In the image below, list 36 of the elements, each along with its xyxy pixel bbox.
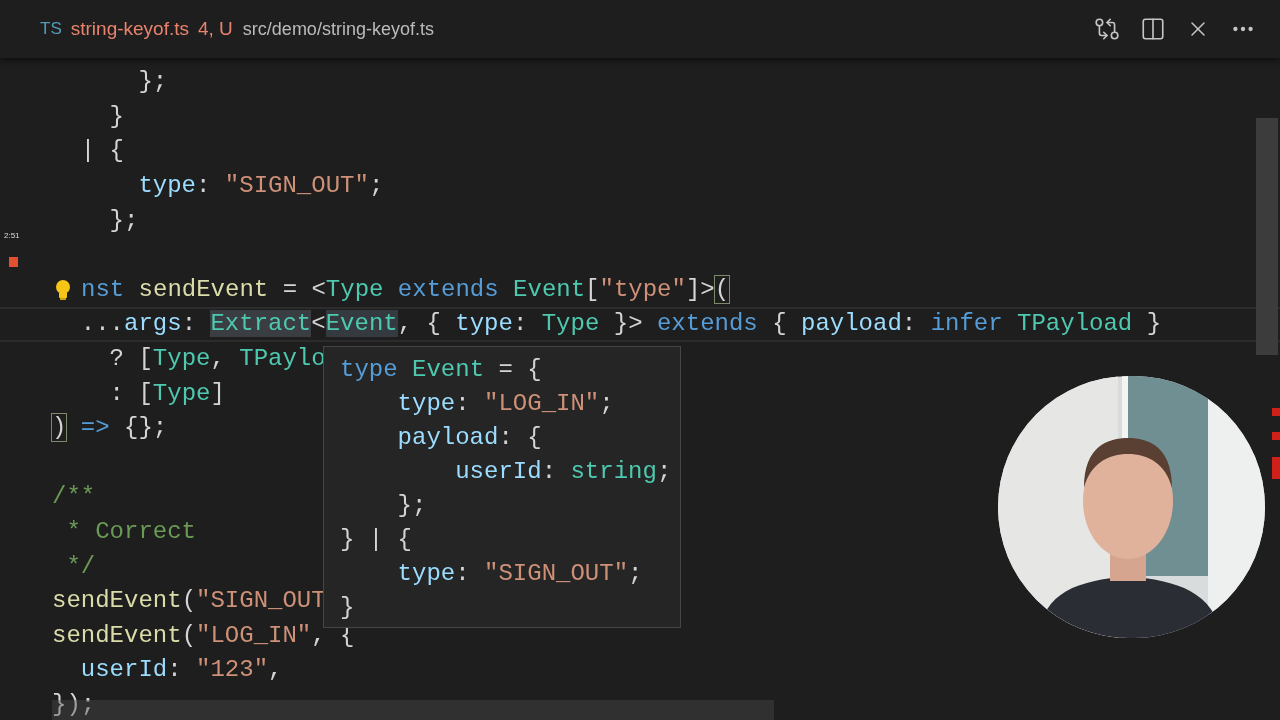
code-line: type: "SIGN_OUT"; [137, 174, 384, 199]
tab-filename[interactable]: string-keyof.ts [70, 14, 189, 44]
error-marker [1272, 408, 1280, 416]
error-marker [1272, 432, 1280, 440]
code-line: sendEvent("SIGN_OUT [52, 589, 326, 614]
code-line: ...args: Extract<Event, { type: Type }> extends { payload: infer TPayload } [79, 312, 1162, 337]
code-line: } [108, 104, 124, 129]
code-line: nst sendEvent = <Type extends Event["type"]>( [81, 277, 730, 302]
change-marker [9, 257, 18, 267]
code-line: ? [Type, TPaylo [108, 347, 326, 372]
code-line: */ [65, 554, 96, 579]
code-line: /** [52, 485, 96, 510]
compare-changes-icon[interactable] [1094, 16, 1120, 42]
file-path: src/demo/string-keyof.ts [242, 17, 434, 41]
code-line: } [340, 596, 355, 620]
code-line: userId: string; [454, 460, 672, 484]
code-line: type Event = { [340, 358, 542, 382]
code-line: payload: { [396, 426, 542, 450]
code-line: userId: "123", [79, 658, 283, 683]
timestamp: 2:51 [4, 230, 20, 242]
code-line: }; [137, 70, 168, 95]
error-marker [1272, 457, 1280, 479]
code-line: : [Type] [108, 381, 225, 406]
scrollbar-thumb[interactable] [1256, 118, 1278, 355]
code-line: }; [396, 494, 427, 518]
code-line: }; [108, 208, 139, 233]
code-line: type: "LOG_IN"; [396, 392, 614, 416]
code-line: type: "SIGN_OUT"; [396, 562, 643, 586]
code-line: } | { [340, 528, 412, 552]
code-line: }); [52, 693, 96, 717]
tab-status: 4, U [198, 16, 233, 41]
code-line: | { [79, 139, 124, 164]
split-editor-icon[interactable] [1140, 16, 1166, 42]
code-line: ) => {}; [52, 416, 168, 441]
code-line: * Correct [65, 520, 197, 544]
language-label: TS [40, 18, 62, 41]
